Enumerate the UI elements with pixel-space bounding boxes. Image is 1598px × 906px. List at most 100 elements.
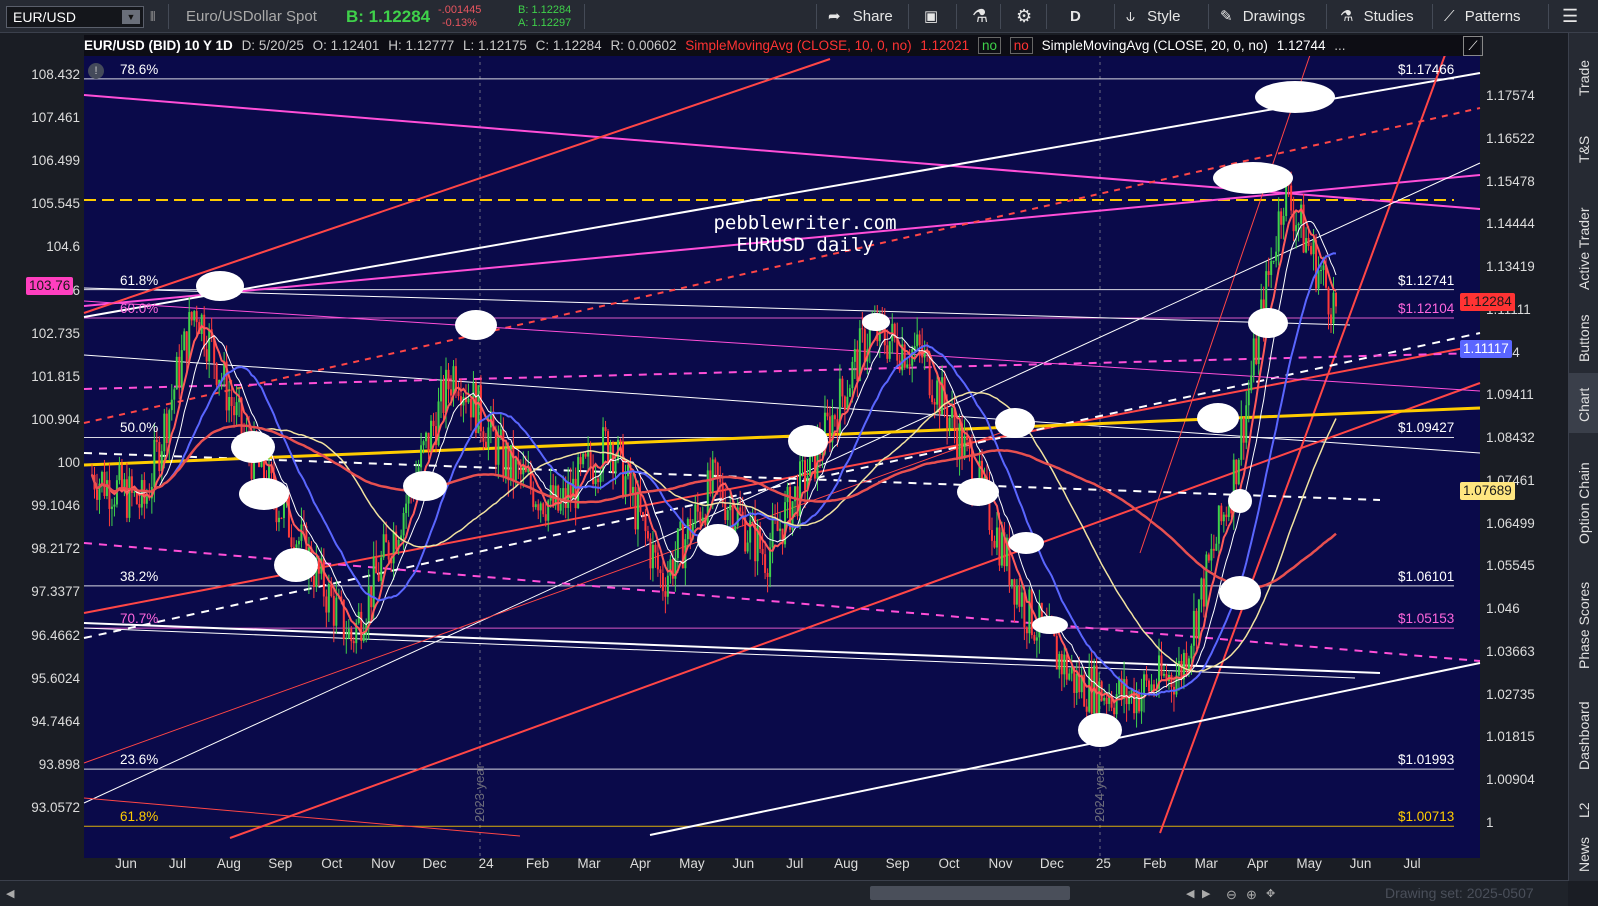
- sidebar-tab[interactable]: Dashboard: [1569, 683, 1598, 788]
- no-toggle[interactable]: no: [1009, 37, 1033, 54]
- scroll-left-icon[interactable]: ◀: [1186, 887, 1194, 900]
- expand-icon[interactable]: ⟋: [1463, 36, 1483, 56]
- candle-body: [125, 479, 128, 518]
- pivot-marker: [1219, 576, 1261, 610]
- pivot-marker: [1248, 308, 1288, 338]
- candle-body: [1148, 680, 1151, 692]
- pivot-marker: [455, 310, 497, 340]
- pivot-marker: [239, 478, 289, 510]
- sidebar-tab[interactable]: Chart: [1569, 373, 1598, 433]
- candle-body: [133, 491, 136, 493]
- symbol-selector[interactable]: EUR/USD ▼: [6, 6, 144, 28]
- candle-body: [235, 402, 238, 416]
- candle-body: [993, 540, 996, 548]
- x-tick-label: Jun: [732, 856, 755, 871]
- zoom-in-icon[interactable]: ⊕: [1246, 887, 1257, 903]
- candle-body: [277, 517, 280, 523]
- candle-body: [1267, 271, 1270, 275]
- percent-change: -0.13%: [442, 17, 477, 29]
- drawings-button[interactable]: ✎ Drawings: [1220, 0, 1305, 33]
- sidebar-tab[interactable]: News: [1569, 833, 1598, 881]
- fib-price-label: $1.01993: [1398, 752, 1455, 768]
- candle-body: [215, 363, 218, 385]
- sidebar-tab[interactable]: Active Trader: [1569, 183, 1598, 298]
- candle-body: [826, 412, 829, 417]
- sidebar-tab[interactable]: Phase Scores: [1569, 563, 1598, 683]
- fib-price-label: $1.09427: [1398, 420, 1455, 436]
- candle-body: [185, 331, 188, 362]
- sma20-value: 1.12744: [1276, 38, 1326, 53]
- candle-body: [233, 406, 236, 416]
- chevron-down-icon[interactable]: ▼: [122, 10, 140, 24]
- candle-body: [1128, 697, 1131, 705]
- candle-body: [367, 586, 370, 624]
- patterns-button[interactable]: ⟋ Patterns: [1444, 0, 1521, 33]
- candle-body: [422, 441, 425, 446]
- left-tick-label: 102.735: [31, 325, 80, 341]
- menu-icon[interactable]: ☰: [1562, 0, 1578, 33]
- right-tick-label: 1.05545: [1486, 558, 1535, 574]
- fib-price-label: $1.12741: [1398, 272, 1455, 288]
- candle-body: [579, 457, 582, 465]
- candle-body: [145, 496, 148, 504]
- info-open: O: 1.12401: [312, 38, 380, 53]
- period-button[interactable]: D: [1070, 0, 1081, 33]
- candle-body: [584, 453, 587, 457]
- no-toggle[interactable]: no: [977, 37, 1001, 54]
- fib-price-label: $1.05153: [1398, 611, 1455, 627]
- candle-body: [128, 476, 131, 518]
- candle-body: [995, 527, 998, 548]
- sma10-label[interactable]: SimpleMovingAvg (CLOSE, 10, 0, no): [685, 38, 911, 53]
- candle-body: [208, 329, 211, 362]
- right-tick-label: 1.15478: [1486, 173, 1535, 189]
- candle-body: [714, 459, 717, 463]
- candle-body: [504, 447, 507, 477]
- right-tick-label: 1.17574: [1486, 88, 1535, 103]
- candle-body: [851, 361, 854, 389]
- sidebar-tab[interactable]: L2: [1569, 788, 1598, 833]
- symbol-link-icon[interactable]: ⫴: [150, 0, 155, 33]
- candle-body: [325, 596, 328, 613]
- candle-body: [387, 542, 390, 560]
- candle-body: [205, 349, 208, 362]
- style-button[interactable]: ⫝ Style: [1126, 0, 1180, 33]
- gear-icon[interactable]: ⚙: [1016, 0, 1032, 33]
- sma20-label[interactable]: SimpleMovingAvg (CLOSE, 20, 0, no): [1042, 38, 1268, 53]
- candle-body: [158, 442, 161, 472]
- candle-body: [297, 540, 300, 545]
- fib-percent-label: 61.8%: [120, 809, 159, 825]
- info-icon[interactable]: !: [88, 63, 104, 79]
- sidebar-tab[interactable]: Option Chain: [1569, 433, 1598, 563]
- sidebar-tab[interactable]: Buttons: [1569, 298, 1598, 373]
- scroll-left-icon[interactable]: ◀: [6, 887, 14, 900]
- candle-body: [594, 478, 597, 485]
- candle-body: [1212, 548, 1215, 551]
- pivot-marker: [1008, 532, 1044, 554]
- candle-body: [1290, 185, 1293, 211]
- scroll-thumb[interactable]: [870, 886, 1070, 900]
- candle-body: [512, 444, 515, 482]
- scroll-right-icon[interactable]: ▶: [1202, 887, 1210, 900]
- price-badge: 1.11117: [1460, 340, 1512, 358]
- sidebar-tab[interactable]: T&S: [1569, 121, 1598, 183]
- sidebar-tab[interactable]: Trade: [1569, 33, 1598, 121]
- candle-body: [1222, 514, 1225, 522]
- pivot-marker: [1255, 81, 1335, 113]
- price-chart[interactable]: [0, 33, 1568, 880]
- candle-body: [861, 328, 864, 330]
- candle-body: [380, 557, 383, 581]
- info-date: D: 5/20/25: [241, 38, 304, 53]
- zoom-out-icon[interactable]: ⊖: [1226, 887, 1237, 903]
- candle-body: [1282, 216, 1285, 225]
- right-tick-label: 1.14444: [1486, 216, 1535, 232]
- thinkorswim-chart-window: EUR/USD ▼ ⫴ Euro/USDollar Spot B: 1.1228…: [0, 0, 1598, 906]
- candle-body: [175, 356, 178, 390]
- studies-button[interactable]: ⚗ Studies: [1340, 0, 1414, 33]
- left-tick-label: 97.3377: [31, 584, 80, 600]
- share-button[interactable]: ➦ Share: [828, 0, 893, 33]
- chart-settings-icon[interactable]: ▣: [924, 0, 938, 33]
- more-studies[interactable]: ...: [1334, 38, 1345, 53]
- pan-icon[interactable]: ✥: [1266, 887, 1275, 900]
- flask-icon[interactable]: ⚗: [972, 0, 988, 33]
- left-tick-label: 100: [57, 455, 80, 471]
